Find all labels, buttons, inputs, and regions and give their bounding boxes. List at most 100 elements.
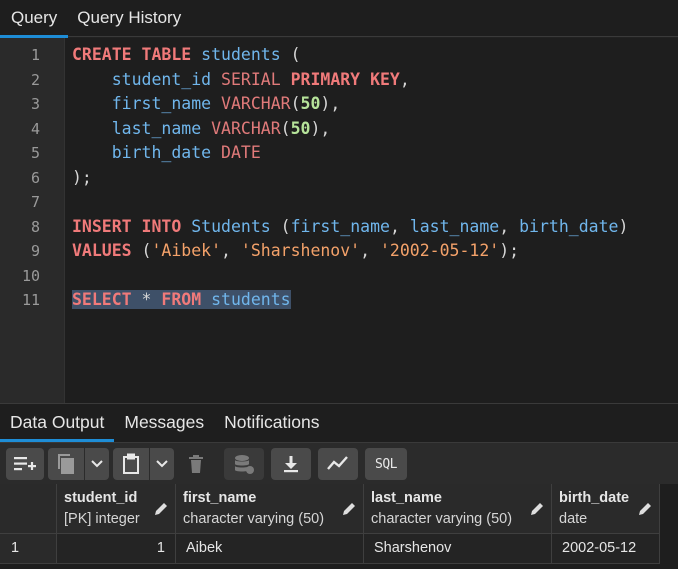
paste-options-dropdown[interactable] [150,448,174,480]
column-name: student_id [64,490,138,506]
row-number[interactable]: 1 [0,534,57,564]
edit-pencil-icon[interactable] [153,501,169,522]
edit-pencil-icon[interactable] [529,501,545,522]
column-type: date [559,511,588,527]
query-tabs-bar: Query Query History [0,0,678,38]
code-token: ( [290,94,301,113]
save-data-button[interactable] [224,448,264,480]
code-token: INTO [141,216,182,236]
copy-options-dropdown[interactable] [85,448,109,480]
code-line[interactable]: birth_date DATE [72,141,261,166]
graph-icon [326,455,350,473]
column-header-birth-date[interactable]: birth_date date [552,484,660,534]
code-token: * [131,290,162,309]
delete-button[interactable] [178,448,214,480]
line-number: 6 [30,168,40,187]
code-token: , [360,241,380,260]
line-number: 10 [21,266,40,285]
code-token: ( [131,241,152,260]
table-cell-student-id[interactable]: 1 [57,534,176,564]
paste-button[interactable] [113,448,149,480]
code-token: student_id [111,69,212,89]
tab-notifications[interactable]: Notifications [214,404,329,442]
column-header-last-name[interactable]: last_name character varying (50) [364,484,552,534]
line-number: 4 [30,119,40,138]
tab-data-output[interactable]: Data Output [0,404,115,442]
code-token: '2002-05-12' [380,241,500,260]
line-number: 11 [21,291,40,309]
code-line[interactable]: ); [72,166,92,191]
code-token: KEY [370,69,400,89]
code-token: , [499,216,520,236]
code-token: first_name [111,94,212,113]
code-token: VALUES [72,241,132,260]
add-row-icon [13,454,37,474]
data-output-toolbar: SQL [0,442,678,484]
download-button[interactable] [271,448,311,480]
download-icon [281,454,301,474]
output-tabs-bar: Data Output Messages Notifications [0,403,678,442]
code-line[interactable]: last_name VARCHAR(50), [72,117,331,142]
code-token: birth_date [519,216,619,236]
tab-messages[interactable]: Messages [114,404,214,442]
code-line[interactable]: VALUES ('Aibek', 'Sharshenov', '2002-05-… [72,239,519,264]
delete-icon [188,454,204,474]
table-cell-first-name[interactable]: Aibek [176,534,364,564]
column-header-student-id[interactable]: student_id [PK] integer [57,484,176,534]
tab-query-history[interactable]: Query History [68,0,190,37]
data-output-grid: student_id [PK] integer first_name chara… [0,484,678,569]
edit-pencil-icon[interactable] [341,501,357,522]
code-line[interactable]: CREATE TABLE students ( [72,43,301,68]
code-token: students [201,45,281,64]
code-line[interactable]: SELECT * FROM students [72,288,291,313]
sql-icon: SQL [375,456,397,472]
line-number: 2 [30,70,40,89]
code-line[interactable]: first_name VARCHAR(50), [72,92,341,117]
column-name: first_name [183,490,257,506]
code-token: 'Aibek' [151,241,222,260]
code-token: ) [618,216,629,236]
code-token: ( [280,45,301,64]
code-token: VARCHAR [211,118,281,138]
grid-corner [0,484,57,534]
save-data-icon [233,453,255,475]
graph-visualiser-button[interactable] [318,448,358,480]
table-cell-last-name[interactable]: Sharshenov [364,534,552,564]
view-sql-button[interactable]: SQL [365,448,407,480]
code-token: ); [72,167,92,187]
sql-editor[interactable]: 1 2 3 4 5 6 7 8 9 10 11 CREATE TABLE students ( st… [0,38,678,403]
code-token: first_name [290,216,390,236]
code-token: ( [280,118,291,138]
code-token: 'Sharshenov' [240,241,361,260]
column-type: character varying (50) [371,511,513,527]
copy-button[interactable] [48,448,84,480]
code-line[interactable]: INSERT INTO Students (first_name, last_n… [72,215,628,240]
column-name: last_name [371,490,442,506]
column-header-first-name[interactable]: first_name character varying (50) [176,484,364,534]
code-token: last_name [409,216,500,236]
table-cell-birth-date[interactable]: 2002-05-12 [552,534,660,564]
code-token: ); [499,241,520,260]
code-token: CREATE [72,45,132,64]
line-number: 7 [30,193,40,211]
tab-query[interactable]: Query [0,0,69,38]
paste-icon [121,453,141,475]
code-token: SERIAL [221,69,281,89]
copy-icon [56,453,76,475]
code-line[interactable]: student_id SERIAL PRIMARY KEY, [72,68,410,93]
code-token: DATE [221,143,261,162]
column-name: birth_date [559,490,630,506]
code-token: FROM [161,290,202,309]
line-number-gutter: 1 2 3 4 5 6 7 8 9 10 11 [0,38,65,403]
add-row-button[interactable] [6,448,44,480]
line-number: 9 [30,242,40,260]
edit-pencil-icon[interactable] [637,501,653,522]
